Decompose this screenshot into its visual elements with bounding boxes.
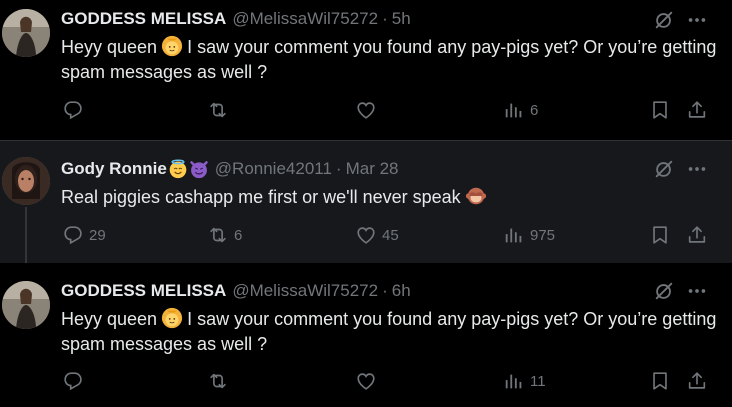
display-name[interactable]: GODDESS MELISSA	[61, 281, 226, 301]
user-handle[interactable]: @MelissaWil75272	[232, 281, 378, 301]
timestamp[interactable]: 6h	[392, 281, 411, 301]
avatar[interactable]	[2, 157, 50, 205]
share-button[interactable]	[686, 224, 708, 246]
display-name[interactable]: GODDESS MELISSA	[61, 9, 226, 29]
share-icon	[686, 99, 708, 121]
retweet-icon	[207, 370, 229, 392]
bookmark-button[interactable]	[649, 99, 671, 121]
tweet-header: GODDESS MELISSA @MelissaWil75272 · 5h	[61, 9, 411, 29]
bookmark-icon	[649, 99, 671, 121]
share-icon	[686, 370, 708, 392]
heart-icon	[355, 99, 377, 121]
devil-emoji-icon	[189, 159, 209, 179]
reply-icon	[62, 224, 84, 246]
retweet-count: 6	[234, 226, 243, 244]
tweet-actions: 6	[0, 99, 732, 123]
reply-button[interactable]: 29	[62, 224, 106, 246]
tweet[interactable]: GODDESS MELISSA @MelissaWil75272 · 5h He…	[0, 0, 732, 141]
tweet-header: GODDESS MELISSA @MelissaWil75272 · 6h	[61, 281, 411, 301]
more-icon[interactable]	[686, 280, 708, 302]
heart-icon	[355, 370, 377, 392]
tweet-text: Real piggies cashapp me first or we'll n…	[61, 185, 721, 210]
tweet-text-part: Real piggies cashapp me first or we'll n…	[61, 187, 461, 207]
reply-button[interactable]	[62, 99, 89, 121]
timestamp[interactable]: 5h	[392, 9, 411, 29]
more-icon[interactable]	[686, 9, 708, 31]
separator-dot: ·	[382, 281, 388, 300]
timestamp[interactable]: Mar 28	[346, 159, 399, 179]
like-button[interactable]	[355, 99, 382, 121]
views-button[interactable]: 6	[503, 99, 538, 121]
views-button[interactable]: 975	[503, 224, 555, 246]
more-icon[interactable]	[686, 158, 708, 180]
blond-person-emoji-icon	[161, 307, 183, 329]
tweet-text-part: I saw your comment you found any pay-pig…	[61, 37, 717, 82]
reply-icon	[62, 99, 84, 121]
tweet[interactable]: GODDESS MELISSA @MelissaWil75272 · 6h He…	[0, 263, 732, 407]
bookmark-button[interactable]	[649, 224, 671, 246]
bookmark-icon	[649, 370, 671, 392]
user-handle[interactable]: @MelissaWil75272	[232, 9, 378, 29]
blond-person-emoji-icon	[161, 35, 183, 57]
views-icon	[503, 99, 525, 121]
reply-icon	[62, 370, 84, 392]
avatar[interactable]	[2, 9, 50, 57]
retweet-icon	[207, 224, 229, 246]
grok-icon[interactable]	[653, 158, 675, 180]
share-button[interactable]	[686, 99, 708, 121]
tweet-actions: 11	[0, 370, 732, 394]
separator-dot: ·	[382, 9, 388, 28]
tweet-text: Heyy queen I saw your comment you found a…	[61, 35, 721, 85]
retweet-button[interactable]: 6	[207, 224, 242, 246]
display-name[interactable]: Gody Ronnie	[61, 159, 167, 179]
like-count: 45	[382, 226, 399, 244]
avatar[interactable]	[2, 281, 50, 329]
tweet-text-part: Heyy queen	[61, 309, 158, 329]
reply-button[interactable]	[62, 370, 89, 392]
user-handle[interactable]: @Ronnie42011	[215, 159, 332, 179]
tweet-header: Gody Ronnie @Ronnie42011 · Mar 28	[61, 159, 399, 179]
bookmark-button[interactable]	[649, 370, 671, 392]
tweet-text-part: Heyy queen	[61, 37, 158, 57]
angel-emoji-icon	[168, 159, 188, 179]
separator-dot: ·	[335, 159, 342, 178]
tweet-actions: 29 6 45 975	[0, 224, 732, 248]
view-count: 975	[530, 226, 556, 244]
grok-icon[interactable]	[653, 9, 675, 31]
tweet-text: Heyy queen I saw your comment you found a…	[61, 307, 721, 357]
views-icon	[503, 224, 525, 246]
like-button[interactable]	[355, 370, 382, 392]
reply-count: 29	[89, 226, 106, 244]
like-button[interactable]: 45	[355, 224, 399, 246]
retweet-icon	[207, 99, 229, 121]
see-no-evil-monkey-emoji-icon	[465, 185, 487, 207]
views-button[interactable]: 11	[503, 370, 546, 392]
share-icon	[686, 224, 708, 246]
tweet-text-part: I saw your comment you found any pay-pig…	[61, 309, 717, 354]
retweet-button[interactable]	[207, 99, 234, 121]
share-button[interactable]	[686, 370, 708, 392]
heart-icon	[355, 224, 377, 246]
retweet-button[interactable]	[207, 370, 234, 392]
bookmark-icon	[649, 224, 671, 246]
view-count: 6	[530, 101, 539, 119]
view-count: 11	[530, 372, 546, 390]
views-icon	[503, 370, 525, 392]
grok-icon[interactable]	[653, 280, 675, 302]
tweet[interactable]: Gody Ronnie @Ronnie42011 · Mar 28 Real p…	[0, 141, 732, 263]
